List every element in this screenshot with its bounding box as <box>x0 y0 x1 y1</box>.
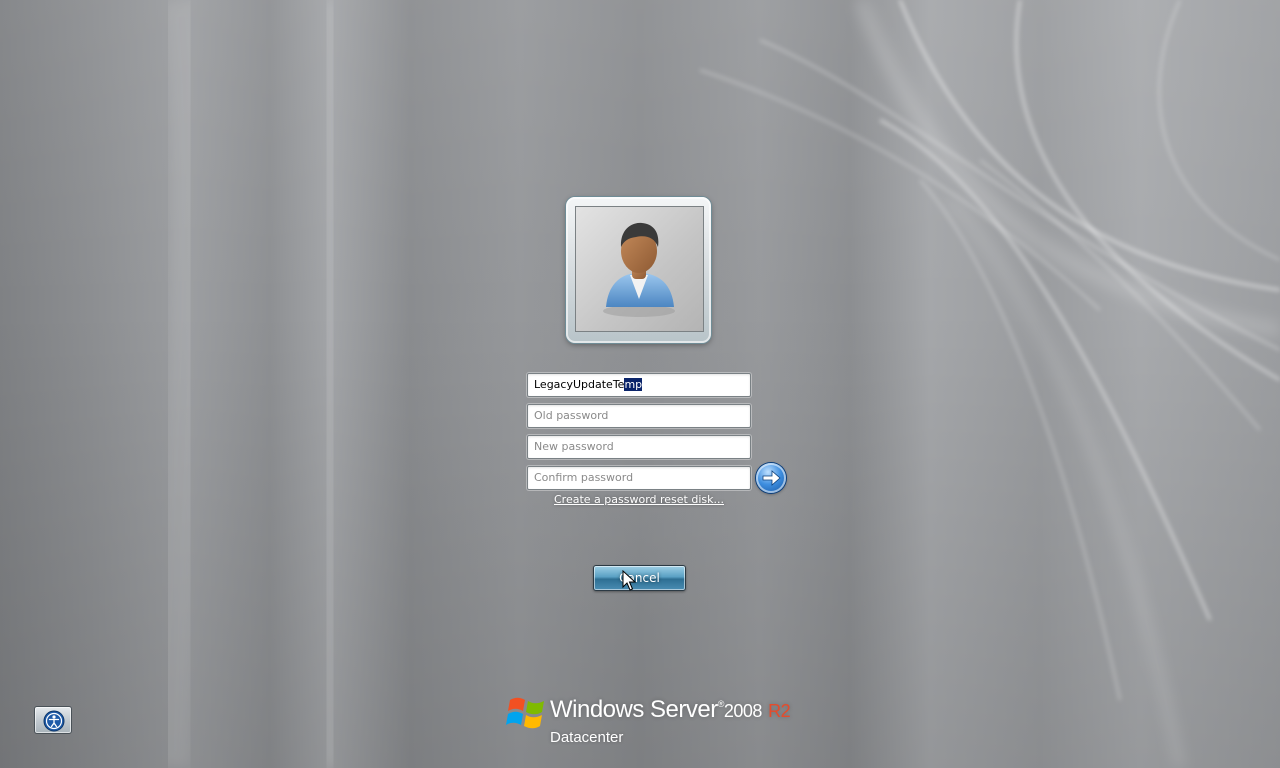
user-picture-frame <box>575 206 704 332</box>
product-edition: Datacenter <box>550 729 624 746</box>
product-release: R2 <box>768 701 791 721</box>
user-avatar-icon <box>603 222 675 317</box>
submit-arrow-button[interactable] <box>756 463 786 493</box>
arrow-right-icon <box>762 470 781 486</box>
password-reset-disk-link[interactable]: Create a password reset disk... <box>527 493 751 506</box>
new-password-field[interactable]: New password <box>527 435 751 459</box>
username-field[interactable]: LegacyUpdateTemp <box>527 373 751 397</box>
old-password-field[interactable]: Old password <box>527 404 751 428</box>
windows-server-branding: Windows Server®2008 R2 Datacenter <box>506 693 796 753</box>
username-selected-text: mp <box>624 378 643 391</box>
ease-of-access-button[interactable] <box>34 706 72 734</box>
user-tile <box>566 197 711 343</box>
logon-screen: { "logon": { "username_value_unselected"… <box>0 0 1280 768</box>
confirm-password-field[interactable]: Confirm password <box>527 466 751 490</box>
windows-flag-logo <box>506 697 544 729</box>
username-unselected-text: LegacyUpdateTe <box>534 378 625 391</box>
ease-of-access-icon <box>43 710 65 732</box>
product-version: 2008 <box>723 701 763 721</box>
cancel-button[interactable]: Cancel <box>593 565 686 591</box>
product-name: Windows Server®2008 R2 <box>550 696 791 724</box>
product-name-text: Windows Server <box>550 696 718 723</box>
